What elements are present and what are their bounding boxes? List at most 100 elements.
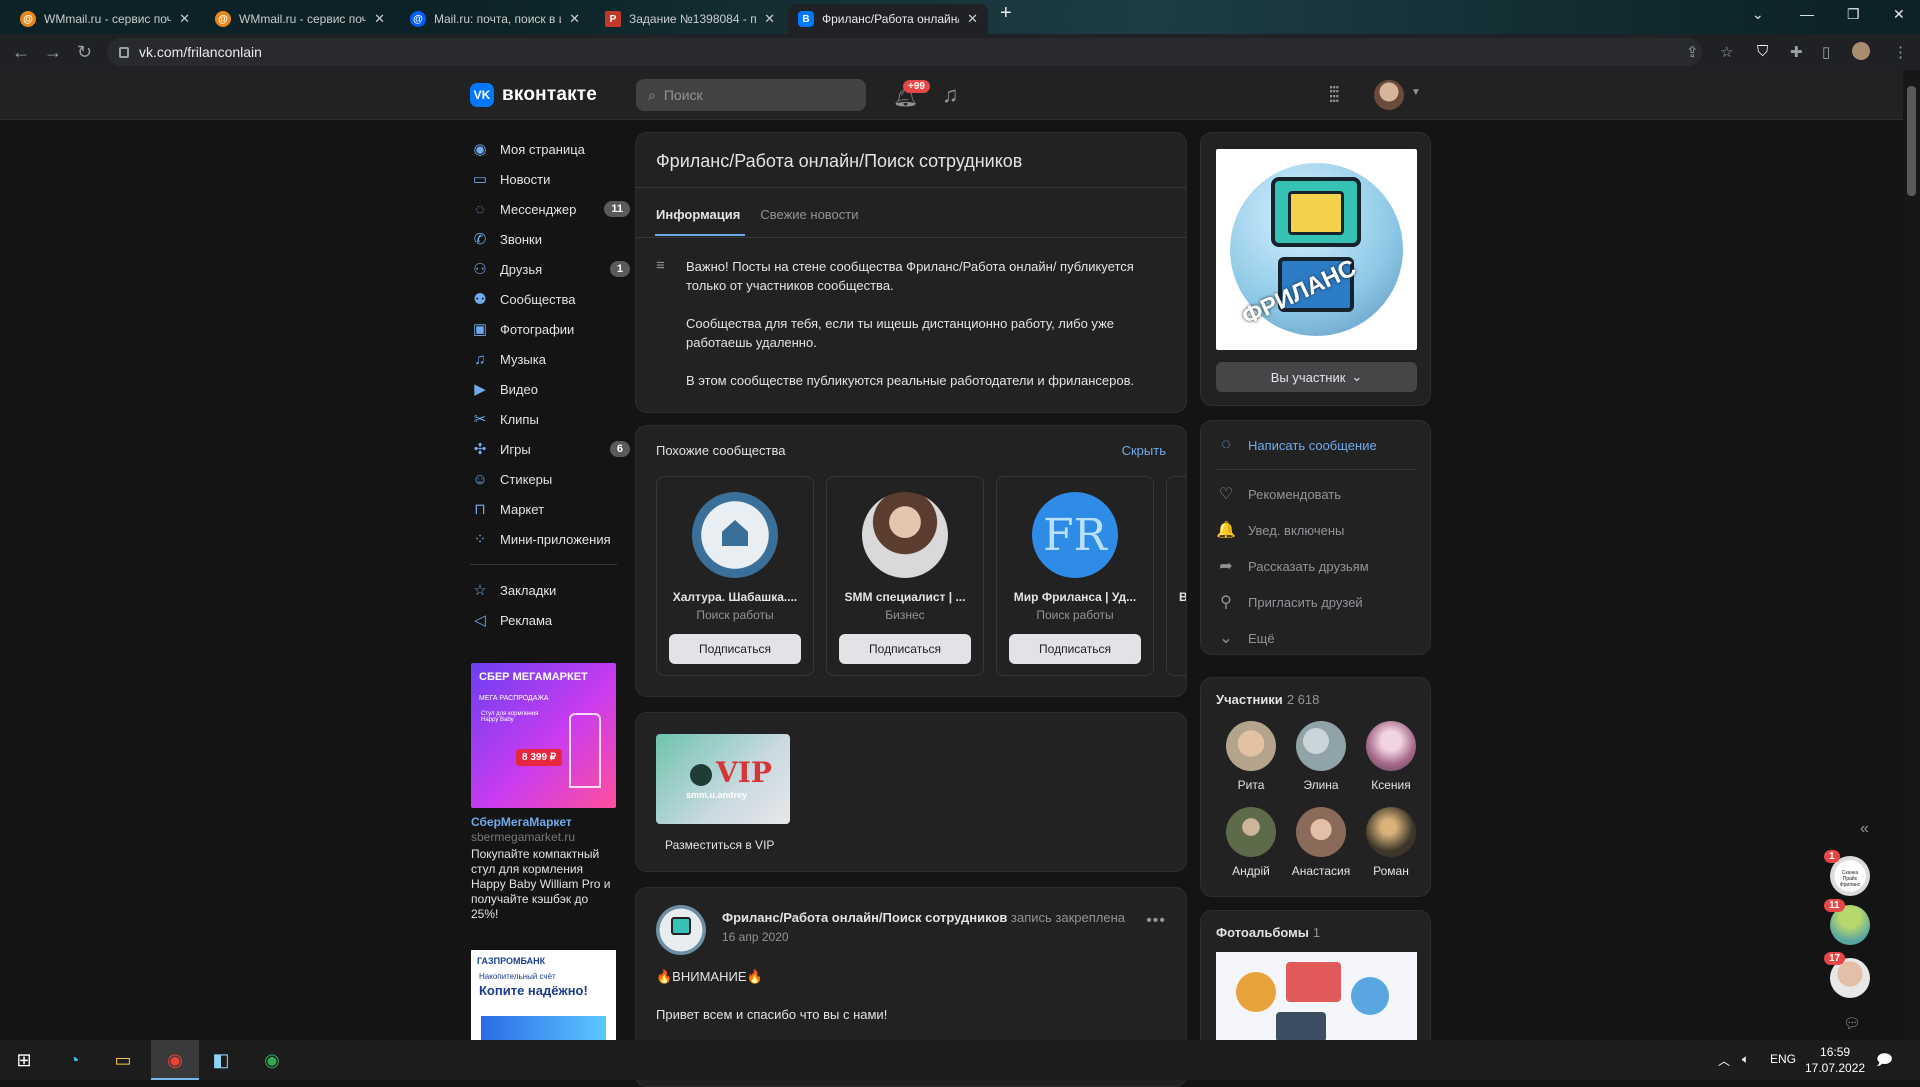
post-date[interactable]: 16 апр 2020 (722, 930, 789, 944)
member-item[interactable]: Рита (1216, 721, 1286, 792)
tray-chevron-icon[interactable]: ︿ (1718, 1052, 1730, 1069)
ad-image[interactable]: СБЕР МЕГАМАРКЕТ МЕГА РАСПРОДАЖА Стул для… (471, 663, 616, 808)
chat-bubble-icon[interactable]: 💬︎ (1843, 1015, 1861, 1032)
menu-item-stickers[interactable]: ☺ Стикеры (470, 464, 630, 494)
clock[interactable]: 16:59 17.07.2022 (1805, 1044, 1865, 1076)
browser-tab[interactable]: @ WMmail.ru - сервис почтовых ✕ (205, 4, 395, 34)
community-card[interactable]: FR Мир Фриланса | Уд... Поиск работы Под… (996, 476, 1154, 676)
member-item[interactable]: Анастасия (1286, 807, 1356, 878)
apps-grid-icon[interactable]: ⁞⁞⁞ (1328, 82, 1340, 108)
shield-icon[interactable]: ⛉ (1757, 43, 1768, 60)
ad-block-2[interactable]: ГАЗПРОМБАНК Накопительный счёт Копите на… (471, 950, 616, 1040)
share-icon[interactable]: ⇪ (1686, 43, 1699, 61)
menu-item-calls[interactable]: ✆ Звонки (470, 224, 630, 254)
close-icon[interactable]: ✕ (179, 11, 190, 27)
community-card-partial[interactable]: В (1166, 476, 1186, 676)
subscribe-button[interactable]: Подписаться (1009, 634, 1141, 664)
community-card[interactable]: SMM специалист | ... Бизнес Подписаться (826, 476, 984, 676)
menu-item-games[interactable]: ✣ Игры 6 (470, 434, 630, 464)
post-author[interactable]: Фриланс/Работа онлайн/Поиск сотрудников … (722, 910, 1125, 925)
member-item[interactable]: Андрій (1216, 807, 1286, 878)
write-message-button[interactable]: ◌ Написать сообщение (1216, 436, 1376, 454)
vip-image[interactable]: VIP smm.u.andrey (656, 734, 790, 824)
chrome-icon[interactable]: ◉ (161, 1048, 189, 1072)
tab-info[interactable]: Информация (654, 207, 746, 236)
recommend-button[interactable]: ♡ Рекомендовать (1216, 484, 1341, 504)
menu-dots-icon[interactable]: ⋮ (1893, 43, 1908, 61)
page-scrollbar[interactable] (1903, 70, 1920, 1040)
forward-icon[interactable]: → (44, 42, 62, 63)
tab-search-icon[interactable]: ⌄ (1752, 6, 1764, 23)
floating-chat[interactable]: 17 (1824, 952, 1870, 998)
file-explorer-icon[interactable]: ▭ (109, 1048, 137, 1072)
invite-friends-button[interactable]: ⚲ Пригласить друзей (1216, 592, 1363, 612)
notepad-icon[interactable]: ◧ (207, 1048, 235, 1072)
browser-tab[interactable]: @ WMmail.ru - сервис почтовых р ✕ (10, 4, 200, 34)
menu-item-communities[interactable]: ⚉ Сообщества (470, 284, 630, 314)
community-avatar[interactable] (692, 492, 778, 578)
subscribe-button[interactable]: Подписаться (669, 634, 801, 664)
community-card[interactable]: Халтура. Шабашка.... Поиск работы Подпис… (656, 476, 814, 676)
chevron-down-icon[interactable]: ▼ (1411, 87, 1421, 98)
menu-item-ads[interactable]: ◁ Реклама (470, 605, 630, 635)
search-input[interactable]: ⌕ Поиск (636, 79, 866, 111)
volume-icon[interactable]: 🔈︎ (1742, 1052, 1749, 1067)
windows-start-icon[interactable]: ⊞ (10, 1048, 38, 1072)
member-item[interactable]: Роман (1356, 807, 1426, 878)
album-cover[interactable] (1216, 952, 1417, 1052)
ad-block[interactable]: СБЕР МЕГАМАРКЕТ МЕГА РАСПРОДАЖА Стул для… (471, 663, 616, 922)
browser-tab-active[interactable]: В Фриланс/Работа онлайн/Поис ✕ (788, 4, 988, 34)
extensions-icon[interactable]: ✚ (1790, 43, 1803, 61)
sidepanel-icon[interactable]: ▯ (1822, 43, 1830, 61)
edge-icon[interactable]: ◔ (60, 1048, 88, 1072)
member-button[interactable]: Вы участник ⌄ (1216, 362, 1417, 392)
community-avatar[interactable] (862, 492, 948, 578)
music-player-icon[interactable]: ♫ (942, 82, 959, 108)
hide-link[interactable]: Скрыть (1122, 443, 1166, 458)
community-avatar-large[interactable]: ФРИЛАНС (1216, 149, 1417, 350)
close-icon[interactable]: ✕ (967, 11, 978, 27)
scrollbar-thumb[interactable] (1907, 86, 1916, 196)
menu-item-clips[interactable]: ✂ Клипы (470, 404, 630, 434)
collapse-chevrons-icon[interactable]: « (1860, 820, 1869, 838)
ad-title[interactable]: СберМегаМаркет (471, 815, 616, 829)
floating-chat[interactable]: 11 (1824, 899, 1870, 945)
language-indicator[interactable]: ENG (1770, 1052, 1796, 1066)
back-icon[interactable]: ← (12, 42, 30, 63)
close-icon[interactable]: ✕ (764, 11, 775, 27)
community-avatar[interactable] (656, 905, 706, 955)
user-avatar[interactable] (1374, 80, 1404, 110)
chrome-icon[interactable]: ◉ (258, 1048, 286, 1072)
community-avatar[interactable]: FR (1032, 492, 1118, 578)
floating-chat[interactable]: 1 Скачка Прайс Фриланс (1824, 850, 1870, 896)
subscribe-button[interactable]: Подписаться (839, 634, 971, 664)
menu-item-video[interactable]: ▶ Видео (470, 374, 630, 404)
more-button[interactable]: ⌄ Ещё (1216, 628, 1274, 648)
browser-tab[interactable]: @ Mail.ru: почта, поиск в интерне ✕ (400, 4, 590, 34)
browser-tab[interactable]: P Задание №1398084 - просмотр ✕ (595, 4, 785, 34)
new-tab-button[interactable]: + (1000, 2, 1012, 25)
maximize-button[interactable]: ❐ (1847, 6, 1860, 23)
bookmark-star-icon[interactable]: ☆ (1720, 43, 1733, 61)
albums-heading[interactable]: Фотоальбомы 1 (1216, 925, 1320, 940)
menu-item-photos[interactable]: ▣ Фотографии (470, 314, 630, 344)
close-icon[interactable]: ✕ (569, 11, 580, 27)
menu-item-mini-apps[interactable]: ⁘ Мини-приложения (470, 524, 630, 554)
menu-item-my-page[interactable]: ◉ Моя страница (470, 134, 630, 164)
close-window-button[interactable]: ✕ (1893, 6, 1905, 23)
reload-icon[interactable]: ↻ (77, 42, 92, 63)
member-item[interactable]: Элина (1286, 721, 1356, 792)
menu-item-bookmarks[interactable]: ☆ Закладки (470, 575, 630, 605)
members-heading[interactable]: Участники 2 618 (1216, 692, 1319, 707)
share-button[interactable]: ➦ Рассказать друзьям (1216, 556, 1368, 576)
menu-item-news[interactable]: ▭ Новости (470, 164, 630, 194)
notification-center-icon[interactable]: 🗩 (1876, 1050, 1893, 1075)
member-item[interactable]: Ксения (1356, 721, 1426, 792)
more-dots-icon[interactable]: ••• (1146, 912, 1166, 930)
menu-item-market[interactable]: ⊓ Маркет (470, 494, 630, 524)
tab-news[interactable]: Свежие новости (760, 207, 858, 222)
menu-item-music[interactable]: ♫ Музыка (470, 344, 630, 374)
url-field[interactable]: vk.com/frilanconlain (107, 38, 1702, 66)
close-icon[interactable]: ✕ (374, 11, 385, 27)
menu-item-messenger[interactable]: ◌ Мессенджер 11 (470, 194, 630, 224)
